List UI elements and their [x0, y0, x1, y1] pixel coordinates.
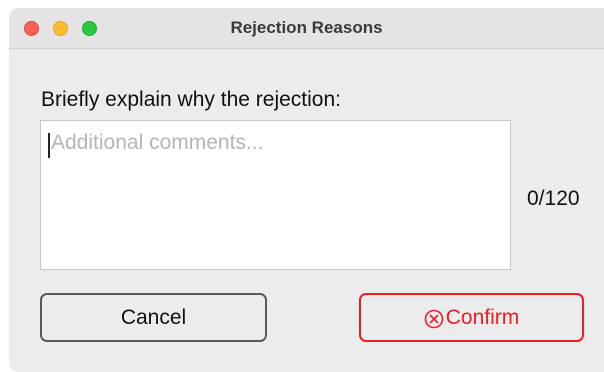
cancel-button-label: Cancel: [120, 305, 187, 329]
confirm-button-label: Confirm: [445, 305, 520, 329]
comments-placeholder: Additional comments...: [51, 131, 264, 154]
dialog-window: Rejection Reasons Briefly explain why th…: [9, 8, 604, 372]
cancel-button[interactable]: Cancel: [40, 293, 267, 342]
title-bar[interactable]: Rejection Reasons: [9, 8, 604, 49]
window-title: Rejection Reasons: [230, 18, 383, 37]
confirm-button[interactable]: Confirm: [359, 293, 584, 342]
character-counter: 0/120: [527, 187, 580, 210]
comments-textarea[interactable]: Additional comments...: [40, 120, 511, 270]
text-caret: [48, 133, 50, 158]
prompt-label: Briefly explain why the rejection:: [41, 88, 341, 111]
circle-x-icon: [424, 309, 444, 328]
